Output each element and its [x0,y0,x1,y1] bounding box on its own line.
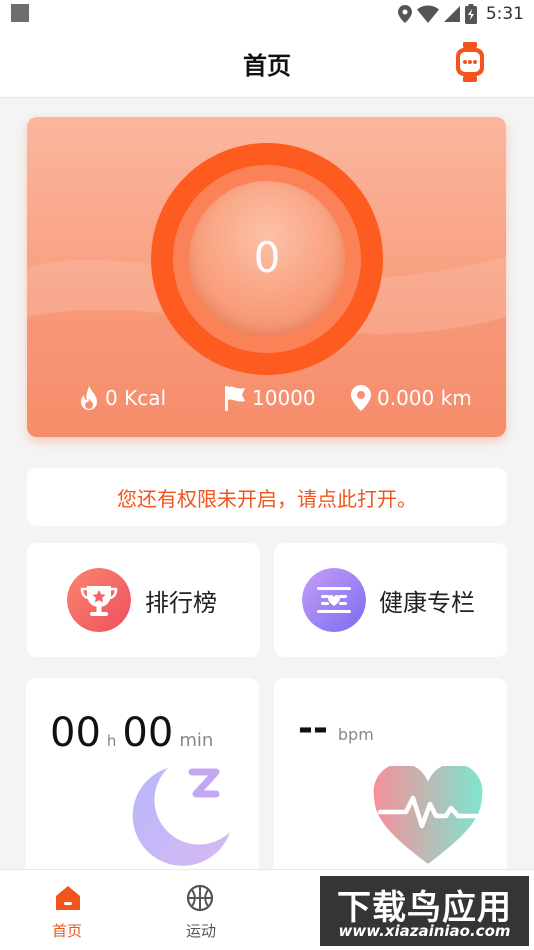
sleep-duration: 00 h 00 min [50,710,213,756]
battery-icon [464,4,477,24]
leaderboard-label: 排行榜 [145,589,217,617]
distance-value: 0.000 km [377,386,472,410]
cell-signal-icon [443,6,460,22]
sleep-minutes-unit: min [179,730,214,751]
clock: 5:31 [485,4,524,24]
watermark: 下载鸟应用 www.xiazainiao.com [320,876,529,946]
distance-stat: 0.000 km [351,383,472,413]
status-bar: 5:31 [0,0,534,28]
permission-notice[interactable]: 您还有权限未开启，请点此打开。 [27,468,507,526]
heart-pulse-icon [373,766,483,864]
permission-notice-text: 您还有权限未开启，请点此打开。 [117,486,417,511]
basketball-icon [186,884,214,912]
leaderboard-button[interactable]: 排行榜 [27,543,260,657]
trophy-icon [67,568,131,632]
calories-value: 0 Kcal [105,386,167,410]
tab-sport[interactable]: 运动 [134,870,268,950]
sleep-card[interactable]: 00 h 00 min [26,678,259,878]
activity-stats: 0 Kcal 10000 0.000 km [27,383,506,413]
sleep-hours-unit: h [106,732,117,750]
notification-icon [11,4,29,22]
health-column-icon [302,568,366,632]
tab-home-label: 首页 [51,922,82,940]
location-pin-icon [351,385,371,411]
smartwatch-icon[interactable] [454,42,486,82]
flag-icon [225,386,245,411]
sleep-hours: 00 [50,710,101,756]
app-bar: 首页 [0,28,534,98]
step-count: 0 [253,233,281,282]
health-column-button[interactable]: 健康专栏 [274,543,507,657]
status-icons: 5:31 [397,2,524,26]
moon-sleep-icon [132,768,230,866]
heart-rate-unit: bpm [337,725,374,744]
progress-ring: 0 [151,143,383,375]
tab-sport-label: 运动 [185,922,216,940]
heart-rate-card[interactable]: -- bpm [274,678,507,878]
home-icon [56,886,80,910]
activity-card[interactable]: 0 0 Kcal 10000 0.000 km [27,117,506,437]
flame-icon [81,385,97,410]
heart-rate-value: -- [298,708,328,749]
wifi-icon [416,5,439,23]
goal-value: 10000 [252,386,316,410]
location-status-icon [397,5,412,23]
tab-home[interactable]: 首页 [0,870,134,950]
sleep-minutes: 00 [122,710,174,756]
heart-rate-reading: -- bpm [298,708,374,749]
health-column-label: 健康专栏 [379,589,475,617]
goal-stat: 10000 [224,383,316,413]
progress-ring-inner: 0 [173,165,361,353]
watermark-url: www.xiazainiao.com [338,922,511,940]
progress-ring-core: 0 [189,181,345,337]
calories-stat: 0 Kcal [79,383,166,413]
